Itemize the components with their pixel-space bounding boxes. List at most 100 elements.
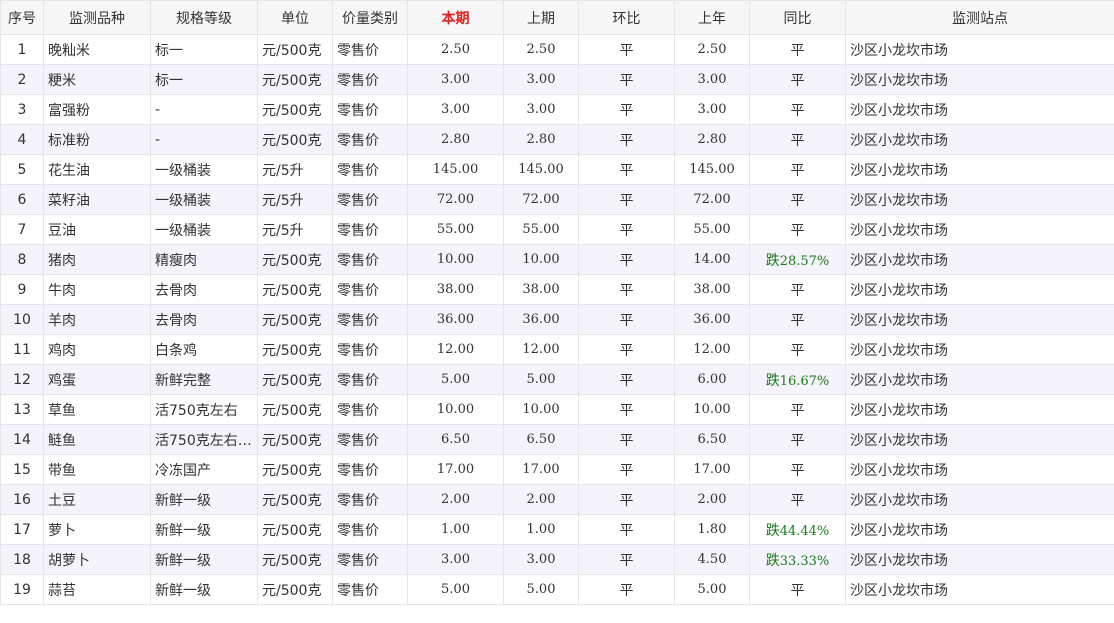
cell-item: 豆油	[43, 214, 151, 245]
cell-unit: 元/500克	[257, 334, 333, 365]
header-current: 本期	[407, 0, 504, 35]
yoy-direction: 平	[790, 102, 805, 119]
cell-current: 38.00	[407, 274, 504, 305]
cell-mom: 平	[578, 574, 675, 605]
cell-item: 草鱼	[43, 394, 151, 425]
cell-no: 12	[0, 364, 44, 395]
price-monitoring-table: 序号 监测品种 规格等级 单位 价量类别 本期 上期 环比 上年 同比 监测站点…	[0, 0, 1114, 605]
cell-unit: 元/500克	[257, 544, 333, 575]
cell-current: 3.00	[407, 544, 504, 575]
cell-no: 18	[0, 544, 44, 575]
header-item: 监测品种	[43, 0, 151, 35]
cell-mom: 平	[578, 484, 675, 515]
cell-item: 鲢鱼	[43, 424, 151, 455]
yoy-direction: 平	[790, 132, 805, 149]
cell-yoy: 平	[749, 574, 846, 605]
table-row: 15 带鱼 冷冻国产 元/500克 零售价 17.00 17.00 平 17.00 平沙区小龙坎市…	[0, 454, 1114, 485]
cell-no: 14	[0, 424, 44, 455]
yoy-direction: 平	[790, 342, 805, 359]
cell-no: 9	[0, 274, 44, 305]
cell-no: 8	[0, 244, 44, 275]
cell-grade: 标一	[150, 64, 258, 95]
cell-yoy: 跌16.67%	[749, 364, 846, 395]
cell-current: 6.50	[407, 424, 504, 455]
cell-category: 零售价	[332, 544, 408, 575]
cell-grade: 精瘦肉	[150, 244, 258, 275]
cell-current: 72.00	[407, 184, 504, 215]
cell-grade: 去骨肉	[150, 304, 258, 335]
header-category: 价量类别	[332, 0, 408, 35]
cell-station: 沙区小龙坎市场	[845, 64, 1114, 95]
cell-previous: 10.00	[503, 244, 579, 275]
cell-unit: 元/500克	[257, 424, 333, 455]
yoy-direction: 平	[790, 222, 805, 239]
cell-unit: 元/500克	[257, 64, 333, 95]
cell-last-year: 6.00	[674, 364, 750, 395]
cell-grade: 冷冻国产	[150, 454, 258, 485]
cell-no: 6	[0, 184, 44, 215]
cell-grade: 一级桶装	[150, 154, 258, 185]
cell-no: 10	[0, 304, 44, 335]
cell-current: 5.00	[407, 574, 504, 605]
cell-last-year: 38.00	[674, 274, 750, 305]
cell-grade: 新鲜一级	[150, 574, 258, 605]
cell-previous: 72.00	[503, 184, 579, 215]
yoy-direction: 跌	[765, 252, 780, 269]
cell-no: 19	[0, 574, 44, 605]
cell-grade: 一级桶装	[150, 214, 258, 245]
cell-grade: 白条鸡	[150, 334, 258, 365]
cell-current: 17.00	[407, 454, 504, 485]
cell-current: 12.00	[407, 334, 504, 365]
cell-current: 2.00	[407, 484, 504, 515]
cell-station: 沙区小龙坎市场	[845, 514, 1114, 545]
cell-item: 标准粉	[43, 124, 151, 155]
cell-category: 零售价	[332, 214, 408, 245]
cell-category: 零售价	[332, 424, 408, 455]
cell-category: 零售价	[332, 124, 408, 155]
cell-yoy: 平	[749, 184, 846, 215]
yoy-direction: 平	[790, 462, 805, 479]
cell-no: 16	[0, 484, 44, 515]
cell-station: 沙区小龙坎市场	[845, 454, 1114, 485]
cell-current: 1.00	[407, 514, 504, 545]
cell-unit: 元/500克	[257, 514, 333, 545]
cell-unit: 元/500克	[257, 304, 333, 335]
cell-current: 2.50	[407, 34, 504, 65]
header-row: 序号 监测品种 规格等级 单位 价量类别 本期 上期 环比 上年 同比 监测站点	[0, 0, 1114, 35]
cell-no: 13	[0, 394, 44, 425]
cell-yoy: 平	[749, 154, 846, 185]
cell-yoy: 平	[749, 124, 846, 155]
cell-no: 3	[0, 94, 44, 125]
cell-mom: 平	[578, 514, 675, 545]
table-row: 11 鸡肉 白条鸡 元/500克 零售价 12.00 12.00 平 12.00 平沙区小龙坎市场	[0, 334, 1114, 365]
table-row: 16 土豆 新鲜一级 元/500克 零售价 2.00 2.00 平 2.00 平沙区小龙坎市场	[0, 484, 1114, 515]
cell-item: 胡萝卜	[43, 544, 151, 575]
cell-station: 沙区小龙坎市场	[845, 544, 1114, 575]
cell-last-year: 55.00	[674, 214, 750, 245]
cell-no: 17	[0, 514, 44, 545]
cell-previous: 145.00	[503, 154, 579, 185]
cell-no: 2	[0, 64, 44, 95]
header-last-year: 上年	[674, 0, 750, 35]
cell-previous: 2.50	[503, 34, 579, 65]
header-no: 序号	[0, 0, 44, 35]
cell-previous: 55.00	[503, 214, 579, 245]
cell-previous: 10.00	[503, 394, 579, 425]
cell-mom: 平	[578, 124, 675, 155]
table-row: 13 草鱼 活750克左右 元/500克 零售价 10.00 10.00 平 10.00 平沙区小…	[0, 394, 1114, 425]
yoy-percent: 16.67%	[779, 373, 830, 389]
cell-category: 零售价	[332, 154, 408, 185]
cell-yoy: 跌33.33%	[749, 544, 846, 575]
cell-unit: 元/500克	[257, 484, 333, 515]
cell-yoy: 平	[749, 454, 846, 485]
table-row: 12 鸡蛋 新鲜完整 元/500克 零售价 5.00 5.00 平 6.00 跌16.67% 沙区小…	[0, 364, 1114, 395]
yoy-direction: 平	[790, 72, 805, 89]
table-row: 10 羊肉 去骨肉 元/500克 零售价 36.00 36.00 平 36.00 平沙区小龙坎市场	[0, 304, 1114, 335]
cell-unit: 元/500克	[257, 274, 333, 305]
cell-no: 1	[0, 34, 44, 65]
cell-last-year: 5.00	[674, 574, 750, 605]
cell-category: 零售价	[332, 94, 408, 125]
cell-station: 沙区小龙坎市场	[845, 394, 1114, 425]
cell-current: 5.00	[407, 364, 504, 395]
cell-unit: 元/500克	[257, 34, 333, 65]
